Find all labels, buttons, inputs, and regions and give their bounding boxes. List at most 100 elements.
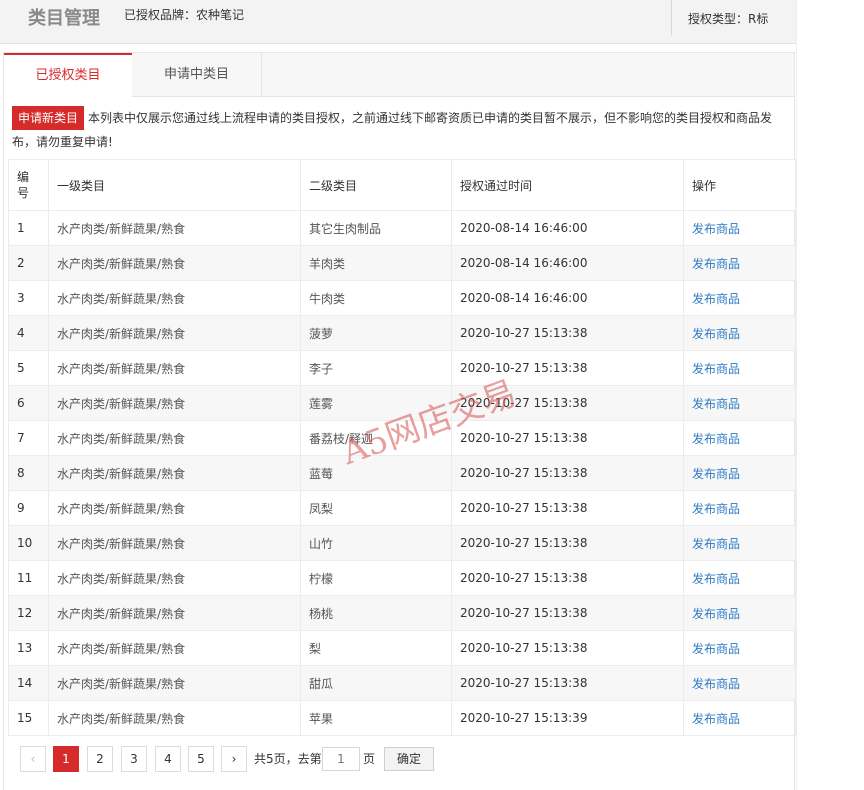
column-header-id: 编号 bbox=[8, 159, 49, 211]
level1-category-cell: 水产肉类/新鲜蔬果/熟食 bbox=[48, 280, 301, 316]
column-header-action: 操作 bbox=[683, 159, 796, 211]
publish-product-link[interactable]: 发布商品 bbox=[692, 257, 740, 271]
row-id-cell: 5 bbox=[8, 350, 49, 386]
table-row: 14 水产肉类/新鲜蔬果/熟食 甜瓜 2020-10-27 15:13:38 发布商品 bbox=[8, 665, 796, 701]
approval-time-cell: 2020-10-27 15:13:38 bbox=[451, 665, 684, 701]
apply-new-category-button[interactable]: 申请新类目 bbox=[12, 106, 85, 130]
publish-product-link[interactable]: 发布商品 bbox=[692, 677, 740, 691]
row-id-cell: 4 bbox=[8, 315, 49, 351]
page-number-input[interactable] bbox=[322, 747, 360, 771]
action-cell: 发布商品 bbox=[683, 420, 796, 456]
row-id-cell: 1 bbox=[8, 210, 49, 246]
column-header-level2: 二级类目 bbox=[300, 159, 452, 211]
table-row: 1 水产肉类/新鲜蔬果/熟食 其它生肉制品 2020-08-14 16:46:00 发布… bbox=[8, 210, 796, 246]
publish-product-link[interactable]: 发布商品 bbox=[692, 292, 740, 306]
level2-category-cell: 梨 bbox=[300, 630, 452, 666]
tab-authorized-categories[interactable]: 已授权类目 bbox=[4, 53, 132, 98]
approval-time-cell: 2020-10-27 15:13:38 bbox=[451, 490, 684, 526]
notice-bar: 申请新类目 本列表中仅展示您通过线上流程申请的类目授权，之前通过线下邮寄资质已申请… bbox=[12, 106, 788, 154]
row-id-cell: 8 bbox=[8, 455, 49, 491]
level2-category-cell: 其它生肉制品 bbox=[300, 210, 452, 246]
approval-time-cell: 2020-10-27 15:13:39 bbox=[451, 700, 684, 736]
page-title: 类目管理 bbox=[28, 8, 100, 29]
level1-category-cell: 水产肉类/新鲜蔬果/熟食 bbox=[48, 700, 301, 736]
publish-product-link[interactable]: 发布商品 bbox=[692, 502, 740, 516]
table-row: 9 水产肉类/新鲜蔬果/熟食 凤梨 2020-10-27 15:13:38 发布商品 bbox=[8, 490, 796, 526]
tab-bar: 已授权类目 申请中类目 bbox=[4, 53, 794, 98]
level1-category-cell: 水产肉类/新鲜蔬果/熟食 bbox=[48, 350, 301, 386]
table-row: 6 水产肉类/新鲜蔬果/熟食 莲雾 2020-10-27 15:13:38 发布商品 bbox=[8, 385, 796, 421]
row-id-cell: 2 bbox=[8, 245, 49, 281]
page-button-4[interactable]: 4 bbox=[155, 746, 181, 772]
publish-product-link[interactable]: 发布商品 bbox=[692, 642, 740, 656]
table-row: 10 水产肉类/新鲜蔬果/熟食 山竹 2020-10-27 15:13:38 发布商品 bbox=[8, 525, 796, 561]
table-body: 1 水产肉类/新鲜蔬果/熟食 其它生肉制品 2020-08-14 16:46:00 发布… bbox=[8, 210, 796, 736]
authorized-brand: 已授权品牌：农种笔记 bbox=[124, 8, 245, 22]
table-row: 7 水产肉类/新鲜蔬果/熟食 番荔枝/释迦 2020-10-27 15:13:38 发布… bbox=[8, 420, 796, 456]
table-row: 8 水产肉类/新鲜蔬果/熟食 蓝莓 2020-10-27 15:13:38 发布商品 bbox=[8, 455, 796, 491]
action-cell: 发布商品 bbox=[683, 525, 796, 561]
level1-category-cell: 水产肉类/新鲜蔬果/熟食 bbox=[48, 210, 301, 246]
level2-category-cell: 牛肉类 bbox=[300, 280, 452, 316]
approval-time-cell: 2020-10-27 15:13:38 bbox=[451, 525, 684, 561]
publish-product-link[interactable]: 发布商品 bbox=[692, 397, 740, 411]
next-page-button[interactable]: › bbox=[221, 746, 247, 772]
publish-product-link[interactable]: 发布商品 bbox=[692, 607, 740, 621]
publish-product-link[interactable]: 发布商品 bbox=[692, 432, 740, 446]
level1-category-cell: 水产肉类/新鲜蔬果/熟食 bbox=[48, 420, 301, 456]
approval-time-cell: 2020-08-14 16:46:00 bbox=[451, 245, 684, 281]
row-id-cell: 11 bbox=[8, 560, 49, 596]
publish-product-link[interactable]: 发布商品 bbox=[692, 572, 740, 586]
approval-time-cell: 2020-10-27 15:13:38 bbox=[451, 455, 684, 491]
approval-time-cell: 2020-10-27 15:13:38 bbox=[451, 350, 684, 386]
go-to-page-button[interactable]: 确定 bbox=[384, 747, 434, 771]
approval-time-cell: 2020-10-27 15:13:38 bbox=[451, 385, 684, 421]
publish-product-link[interactable]: 发布商品 bbox=[692, 537, 740, 551]
page-header: 类目管理 已授权品牌：农种笔记 授权类型：R标 bbox=[0, 0, 796, 44]
notice-text: 本列表中仅展示您通过线上流程申请的类目授权，之前通过线下邮寄资质已申请的类目暂不… bbox=[12, 111, 773, 149]
approval-time-cell: 2020-08-14 16:46:00 bbox=[451, 210, 684, 246]
publish-product-link[interactable]: 发布商品 bbox=[692, 467, 740, 481]
table-row: 3 水产肉类/新鲜蔬果/熟食 牛肉类 2020-08-14 16:46:00 发布商品 bbox=[8, 280, 796, 316]
level2-category-cell: 柠檬 bbox=[300, 560, 452, 596]
approval-time-cell: 2020-10-27 15:13:38 bbox=[451, 420, 684, 456]
action-cell: 发布商品 bbox=[683, 385, 796, 421]
level1-category-cell: 水产肉类/新鲜蔬果/熟食 bbox=[48, 560, 301, 596]
page-edge bbox=[796, 0, 797, 790]
level2-category-cell: 凤梨 bbox=[300, 490, 452, 526]
level1-category-cell: 水产肉类/新鲜蔬果/熟食 bbox=[48, 525, 301, 561]
tab-pending-categories[interactable]: 申请中类目 bbox=[132, 53, 262, 97]
level1-category-cell: 水产肉类/新鲜蔬果/熟食 bbox=[48, 665, 301, 701]
chevron-left-icon: ‹ bbox=[30, 752, 36, 766]
table-row: 11 水产肉类/新鲜蔬果/熟食 柠檬 2020-10-27 15:13:38 发布商品 bbox=[8, 560, 796, 596]
page-button-3[interactable]: 3 bbox=[121, 746, 147, 772]
action-cell: 发布商品 bbox=[683, 490, 796, 526]
action-cell: 发布商品 bbox=[683, 245, 796, 281]
approval-time-cell: 2020-08-14 16:46:00 bbox=[451, 280, 684, 316]
prev-page-button[interactable]: ‹ bbox=[20, 746, 46, 772]
level2-category-cell: 苹果 bbox=[300, 700, 452, 736]
chevron-right-icon: › bbox=[231, 752, 237, 766]
row-id-cell: 10 bbox=[8, 525, 49, 561]
level2-category-cell: 莲雾 bbox=[300, 385, 452, 421]
publish-product-link[interactable]: 发布商品 bbox=[692, 327, 740, 341]
publish-product-link[interactable]: 发布商品 bbox=[692, 362, 740, 376]
table-row: 13 水产肉类/新鲜蔬果/熟食梨 2020-10-27 15:13:38 发布商品 bbox=[8, 630, 796, 666]
action-cell: 发布商品 bbox=[683, 665, 796, 701]
page-button-1[interactable]: 1 bbox=[53, 746, 79, 772]
level1-category-cell: 水产肉类/新鲜蔬果/熟食 bbox=[48, 595, 301, 631]
level2-category-cell: 山竹 bbox=[300, 525, 452, 561]
page-button-5[interactable]: 5 bbox=[188, 746, 214, 772]
row-id-cell: 15 bbox=[8, 700, 49, 736]
row-id-cell: 7 bbox=[8, 420, 49, 456]
page-button-2[interactable]: 2 bbox=[87, 746, 113, 772]
level2-category-cell: 杨桃 bbox=[300, 595, 452, 631]
publish-product-link[interactable]: 发布商品 bbox=[692, 222, 740, 236]
level2-category-cell: 羊肉类 bbox=[300, 245, 452, 281]
publish-product-link[interactable]: 发布商品 bbox=[692, 712, 740, 726]
row-id-cell: 14 bbox=[8, 665, 49, 701]
approval-time-cell: 2020-10-27 15:13:38 bbox=[451, 560, 684, 596]
level1-category-cell: 水产肉类/新鲜蔬果/熟食 bbox=[48, 245, 301, 281]
level2-category-cell: 菠萝 bbox=[300, 315, 452, 351]
approval-time-cell: 2020-10-27 15:13:38 bbox=[451, 630, 684, 666]
